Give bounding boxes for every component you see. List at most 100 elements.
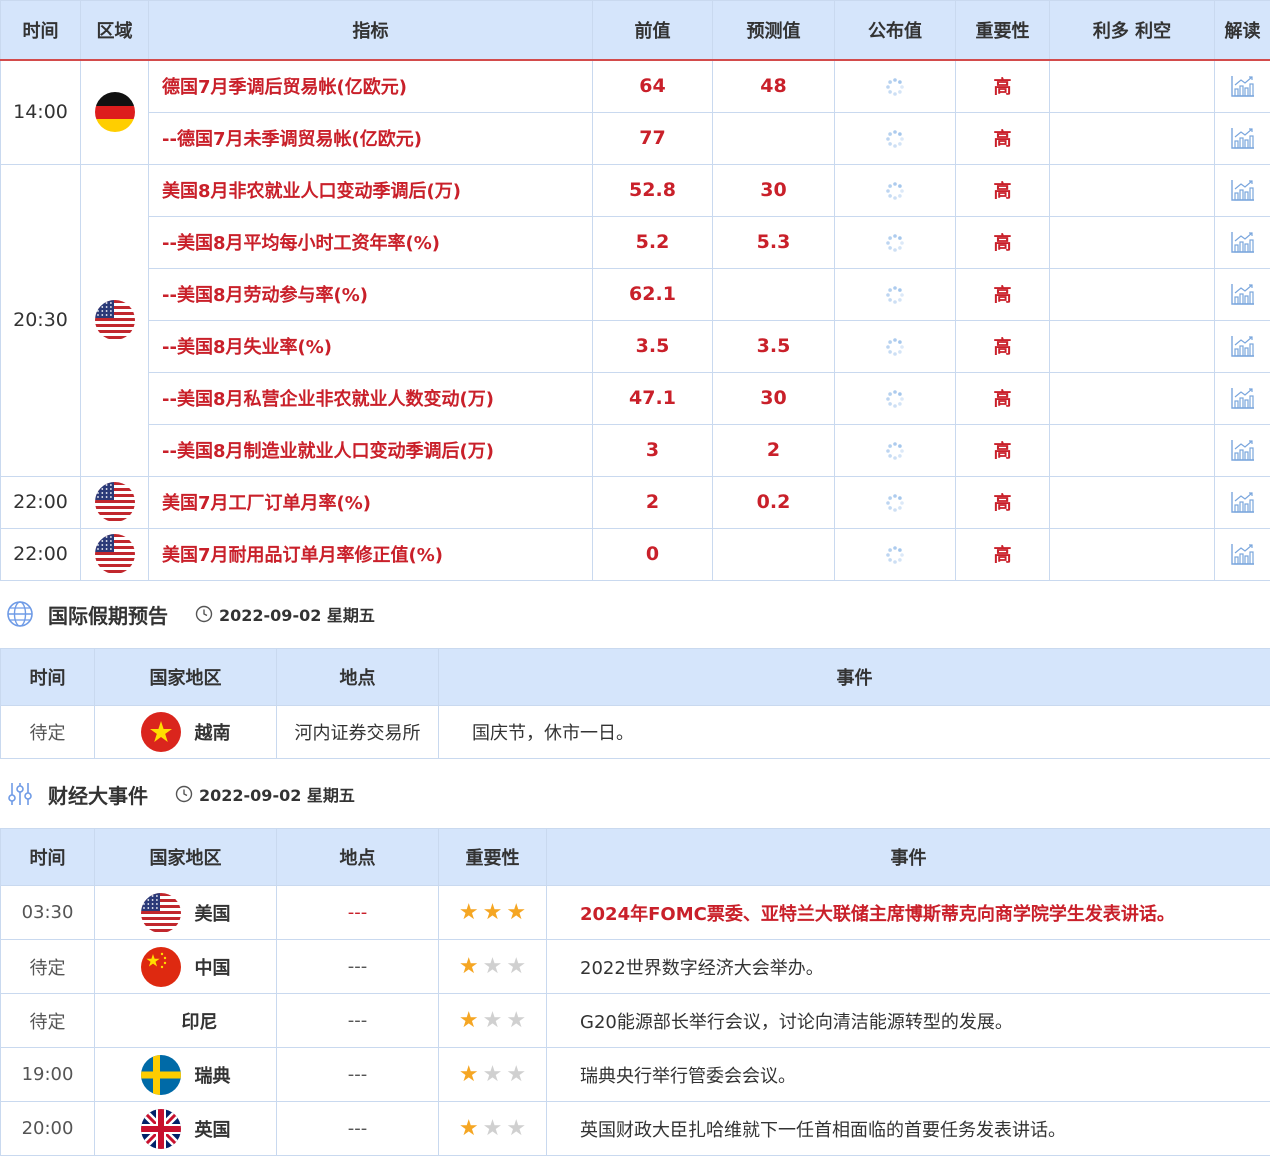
star-icon: ★: [482, 1115, 503, 1141]
star-icon: ★: [458, 1115, 479, 1141]
event-place: ---: [276, 885, 439, 940]
event-country: 美国: [94, 885, 277, 940]
importance-level: 高: [955, 59, 1050, 113]
forecast-value: 0.2: [712, 475, 835, 529]
event-time: 待定: [0, 939, 95, 994]
event-description: 2024年FOMC票委、亚特兰大联储主席博斯蒂克向商学院学生发表讲话。: [546, 885, 1270, 940]
event-description: 瑞典央行举行管委会会议。: [546, 1047, 1270, 1102]
analysis-cell[interactable]: [1214, 423, 1270, 477]
analysis-cell[interactable]: [1214, 475, 1270, 529]
analysis-cell[interactable]: [1214, 111, 1270, 165]
calendar-row: --美国8月失业率(%) 3.5 3.5 高: [1, 319, 1270, 373]
forecast-value: 3.5: [712, 319, 835, 373]
indicator-name[interactable]: --美国8月平均每小时工资年率(%): [148, 215, 593, 269]
star-rating: ★ ★ ★: [459, 1007, 526, 1033]
indicator-name[interactable]: --美国8月失业率(%): [148, 319, 593, 373]
star-rating: ★ ★ ★: [458, 1115, 527, 1141]
calendar-row: 14:00 德国7月季调后贸易帐(亿欧元) 64 48 高: [0, 59, 1270, 165]
forecast-value: 30: [712, 371, 835, 425]
bull-bear-cell: [1049, 475, 1215, 529]
event-country: 英国: [94, 1101, 277, 1156]
analysis-cell[interactable]: [1214, 527, 1270, 581]
bull-bear-cell: [1049, 371, 1215, 425]
actual-value: [834, 267, 956, 321]
actual-value: [834, 111, 956, 165]
indicator-name[interactable]: 德国7月季调后贸易帐(亿欧元): [148, 59, 593, 113]
bull-bear-cell: [1049, 267, 1215, 321]
chart-analysis-icon[interactable]: [1230, 386, 1256, 410]
star-rating: ★ ★ ★: [458, 899, 527, 925]
indicator-name[interactable]: --美国8月制造业就业人口变动季调后(万): [148, 423, 593, 477]
importance-level: 高: [955, 475, 1050, 529]
star-icon: ★: [482, 953, 503, 979]
loading-spinner-icon: [885, 493, 905, 513]
events-header-row: 时间 国家地区 地点 重要性 事件: [0, 828, 1270, 886]
holiday-col-country: 国家地区: [94, 648, 277, 706]
economic-calendar-table: 时间 区域 指标 前值 预测值 公布值 重要性 利多 利空 解读 14:00 德国…: [0, 0, 1270, 581]
holiday-section-header: 国际假期预告 2022-09-02 星期五: [0, 594, 1270, 634]
event-country: 瑞典: [94, 1047, 277, 1102]
event-time: 03:30: [0, 885, 95, 940]
indicator-name[interactable]: 美国7月工厂订单月率(%): [148, 475, 593, 529]
event-time: 19:00: [0, 1047, 95, 1102]
chart-analysis-icon[interactable]: [1230, 490, 1256, 514]
star-icon: ★: [506, 953, 527, 979]
holiday-time: 待定: [0, 705, 95, 759]
calendar-row: --美国8月私营企业非农就业人数变动(万) 47.1 30 高: [1, 371, 1270, 425]
analysis-cell[interactable]: [1214, 215, 1270, 269]
china-flag-icon: [140, 946, 181, 987]
indicator-name[interactable]: 美国7月耐用品订单月率修正值(%): [148, 527, 593, 581]
analysis-cell[interactable]: [1214, 163, 1270, 217]
chart-analysis-icon[interactable]: [1230, 178, 1256, 202]
calendar-row: 22:00 美国7月工厂订单月率(%) 2 0.2 高: [0, 475, 1270, 529]
event-time: 待定: [0, 993, 95, 1048]
indicator-name[interactable]: --美国8月私营企业非农就业人数变动(万): [148, 371, 593, 425]
indicator-name[interactable]: --美国8月劳动参与率(%): [148, 267, 593, 321]
chart-analysis-icon[interactable]: [1230, 230, 1256, 254]
actual-value: [834, 527, 956, 581]
analysis-cell[interactable]: [1214, 371, 1270, 425]
star-icon: ★: [482, 1061, 503, 1087]
analysis-cell[interactable]: [1214, 267, 1270, 321]
col-bull-bear: 利多 利空: [1049, 0, 1215, 61]
forecast-value: 2: [712, 423, 835, 477]
event-row: 03:30 美国 --- ★ ★ ★ 2024年FOMC票委、亚特兰大联储主席博斯蒂克向商学…: [0, 885, 1270, 940]
row-time: 22:00: [0, 527, 81, 581]
event-row: 19:00 瑞典 --- ★ ★ ★ 瑞典央行举行管委会会议。: [0, 1047, 1270, 1102]
event-row: 20:00 英国 --- ★ ★ ★ 英国财政大臣扎哈维就下一任首相面临的首要任务发表讲话。: [0, 1101, 1270, 1156]
row-time: 20:30: [0, 163, 81, 477]
vietnam-flag-icon: [140, 712, 181, 752]
analysis-cell[interactable]: [1214, 59, 1270, 113]
analysis-cell[interactable]: [1214, 319, 1270, 373]
country-name: 英国: [194, 1119, 231, 1141]
holiday-event: 国庆节，休市一日。: [438, 705, 1270, 759]
forecast-value: [712, 527, 835, 581]
chart-analysis-icon[interactable]: [1230, 282, 1256, 306]
star-icon: ★: [506, 899, 527, 925]
star-icon: ★: [506, 1115, 527, 1141]
chart-analysis-icon[interactable]: [1230, 126, 1256, 150]
event-place: ---: [276, 1047, 439, 1102]
chart-analysis-icon[interactable]: [1230, 74, 1256, 98]
country-name: 瑞典: [194, 1065, 231, 1087]
event-place: ---: [276, 993, 439, 1048]
chart-analysis-icon[interactable]: [1230, 334, 1256, 358]
actual-value: [834, 423, 956, 477]
star-icon: ★: [482, 1007, 503, 1033]
loading-spinner-icon: [885, 389, 905, 409]
calendar-row: 20:30 美国8月非农就业人口变动季调后(万) 52.8 30 高: [0, 163, 1270, 477]
star-icon: ★: [458, 899, 479, 925]
events-col-event: 事件: [546, 828, 1270, 886]
indicator-name[interactable]: 美国8月非农就业人口变动季调后(万): [148, 163, 593, 217]
chart-analysis-icon[interactable]: [1230, 542, 1256, 566]
previous-value: 3: [592, 423, 713, 477]
holiday-row: 待定 越南 河内证券交易所 国庆节，休市一日。: [0, 705, 1270, 759]
indicator-name[interactable]: --德国7月未季调贸易帐(亿欧元): [148, 111, 593, 165]
event-country: 中国: [94, 939, 277, 994]
country-name: 越南: [194, 723, 231, 744]
financial-events-table: 时间 国家地区 地点 重要性 事件 03:30 美国 --- ★ ★ ★ 2024年FOMC…: [0, 828, 1270, 1156]
event-row: 待定 印尼 --- ★ ★ ★ G20能源部长举行会议，讨论向清洁能源转型的发展。: [0, 993, 1270, 1048]
chart-analysis-icon[interactable]: [1230, 438, 1256, 462]
forecast-value: 30: [712, 163, 835, 217]
col-previous: 前值: [592, 0, 713, 61]
